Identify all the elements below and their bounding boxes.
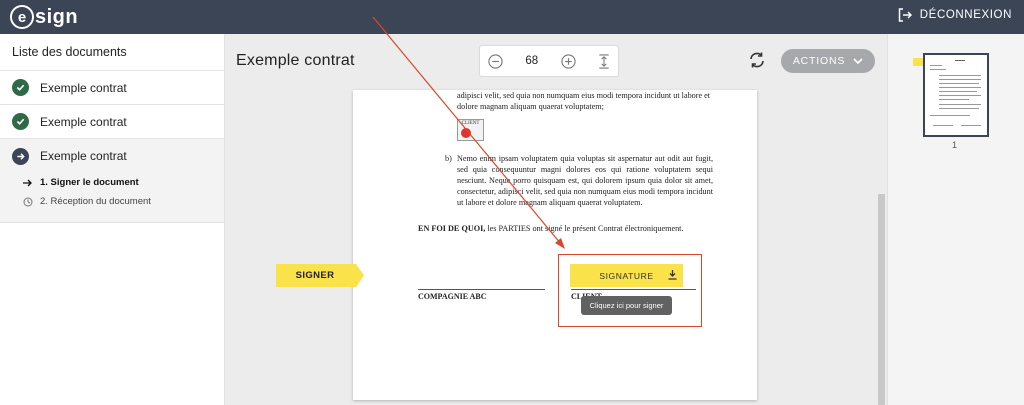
refresh-icon [750, 52, 764, 68]
chevron-down-icon [853, 57, 863, 64]
refresh-button[interactable] [748, 51, 766, 74]
sidebar-title: Liste des documents [0, 34, 224, 71]
check-icon [12, 113, 29, 130]
step-sign-document[interactable]: 1. Signer le document [0, 173, 224, 192]
zoom-control: 68 [479, 45, 619, 77]
page-title: Exemple contrat [236, 52, 355, 69]
logo-mark: e [10, 5, 34, 29]
step-label: 1. Signer le document [40, 177, 139, 188]
doc-item-label: Exemple contrat [40, 114, 127, 129]
zoom-out-icon[interactable] [488, 53, 503, 69]
company-signature-line [418, 289, 545, 290]
document-list-sidebar: Liste des documents Exemple contrat Exem… [0, 34, 225, 405]
top-bar: e sign DÉCONNEXION [0, 0, 1024, 34]
signer-tag[interactable]: SIGNER [276, 264, 364, 287]
client-initial-box: CLIENT [457, 119, 484, 141]
signature-button-label: SIGNATURE [599, 270, 654, 281]
logout-icon [898, 8, 912, 22]
step-label: 2. Réception du document [40, 196, 151, 207]
company-label: COMPAGNIE ABC [418, 292, 487, 301]
page-thumbnail-1[interactable] [923, 53, 989, 137]
arrow-right-circle-icon [12, 147, 29, 165]
zoom-value[interactable]: 68 [525, 55, 538, 67]
actions-button[interactable]: ACTIONS [781, 49, 875, 73]
doc-item-label: Exemple contrat [40, 149, 127, 163]
thumbnail-page-number: 1 [952, 140, 958, 150]
doc-item-1[interactable]: Exemple contrat [0, 71, 224, 105]
signature-tooltip: Cliquez ici pour signer [581, 296, 672, 315]
doc-item-2[interactable]: Exemple contrat [0, 105, 224, 139]
ezsign-logo[interactable]: e sign [10, 5, 78, 29]
closing-bold: EN FOI DE QUOI, [418, 224, 486, 233]
clock-icon [22, 197, 34, 207]
paragraph-b: b) Nemo enim ipsam voluptatem quia volup… [445, 153, 713, 208]
signer-tag-label: SIGNER [295, 270, 335, 281]
client-box-label: CLIENT [461, 121, 480, 126]
doc-item-active[interactable]: Exemple contrat 1. Signer le document 2.… [0, 139, 224, 223]
paragraph-b-label: b) [445, 154, 452, 163]
arrow-right-icon [22, 179, 34, 187]
doc-item-label: Exemple contrat [40, 80, 127, 95]
paragraph-b-text: Nemo enim ipsam voluptatem quia voluptas… [457, 154, 713, 207]
closing-rest: les PARTIES ont signé le présent Contrat… [485, 224, 684, 233]
logout-button[interactable]: DÉCONNEXION [898, 8, 1012, 22]
scrollbar-thumb[interactable] [878, 194, 885, 405]
actions-label: ACTIONS [792, 55, 846, 67]
paragraph-a: adipisci velit, sed quia non numquam eiu… [457, 91, 711, 111]
signature-button[interactable]: SIGNATURE [570, 264, 683, 287]
download-icon [668, 270, 677, 280]
logo-text: sign [35, 5, 79, 28]
zoom-in-icon[interactable] [560, 53, 576, 69]
document-page: adipisci velit, sed quia non numquam eiu… [353, 90, 757, 400]
stamp-icon [461, 128, 471, 138]
fit-page-icon[interactable] [598, 53, 610, 69]
check-icon [12, 79, 29, 96]
closing-statement: EN FOI DE QUOI, les PARTIES ont signé le… [418, 223, 684, 234]
step-receive-document[interactable]: 2. Réception du document [0, 192, 224, 211]
logout-label: DÉCONNEXION [919, 9, 1012, 21]
